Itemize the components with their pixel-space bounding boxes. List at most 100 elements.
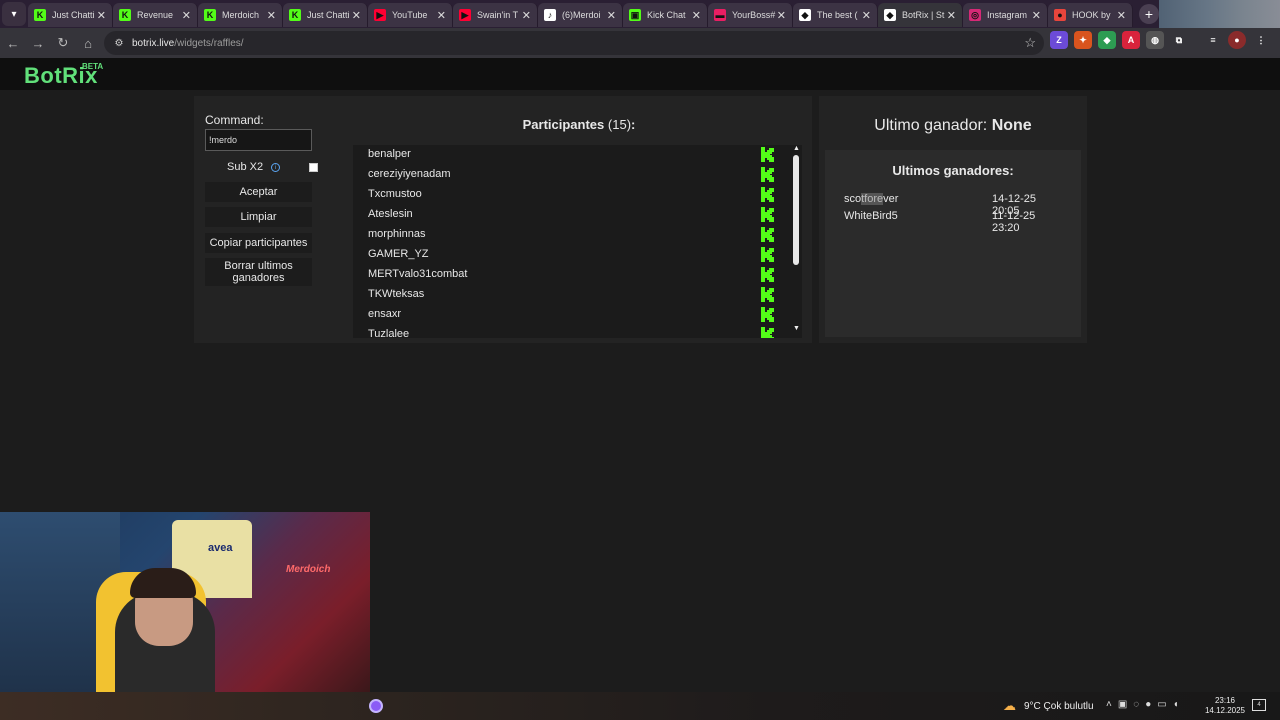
close-tab-icon[interactable]: ✕: [607, 9, 616, 22]
tab-favicon-icon: K: [34, 9, 46, 21]
close-tab-icon[interactable]: ✕: [182, 9, 191, 22]
bookmark-star-icon[interactable]: ☆: [1024, 35, 1036, 51]
browser-tab[interactable]: K Just Chatti ✕: [283, 3, 368, 27]
tab-title: YouTube: [392, 10, 428, 20]
close-tab-icon[interactable]: ✕: [1117, 9, 1126, 22]
puzzle-icon[interactable]: ⧉: [1170, 31, 1188, 49]
tab-title: Just Chatti: [52, 10, 95, 20]
scroll-thumb[interactable]: [793, 155, 799, 265]
winners-title: Ultimos ganadores:: [892, 163, 1014, 178]
tab-title: Just Chatti: [307, 10, 350, 20]
chevron-up-icon[interactable]: ˄: [1106, 699, 1112, 710]
profile-avatar[interactable]: ●: [1228, 31, 1246, 49]
close-tab-icon[interactable]: ✕: [692, 9, 701, 22]
participants-scrollbar[interactable]: ▲ ▼: [791, 145, 802, 338]
close-tab-icon[interactable]: ✕: [862, 9, 871, 22]
winner-name[interactable]: scotforever: [844, 193, 898, 205]
accept-button[interactable]: Aceptar: [205, 182, 312, 202]
close-tab-icon[interactable]: ✕: [777, 9, 786, 22]
clock[interactable]: 23:16 14.12.2025: [1200, 696, 1250, 716]
participant-row: Ateslesin: [353, 205, 793, 225]
tray-icon[interactable]: ▣: [1118, 699, 1127, 710]
participants-list[interactable]: benalper cereziyiyenadam Txcmustoo Ateslesi…: [353, 145, 802, 338]
participant-row: ensaxr: [353, 305, 793, 325]
network-icon[interactable]: ▭: [1157, 699, 1166, 710]
adblock-icon[interactable]: A: [1122, 31, 1140, 49]
participant-name: Ateslesin: [368, 208, 413, 220]
forward-icon[interactable]: →: [26, 31, 50, 55]
reload-icon[interactable]: ↻: [51, 31, 75, 55]
browser-tab[interactable]: ▣ Kick Chat ✕: [623, 3, 708, 27]
extension-icon[interactable]: ✦: [1074, 31, 1092, 49]
taskbar-app-icon[interactable]: [369, 699, 383, 713]
browser-tab[interactable]: ◆ BotRix | St ✕: [878, 3, 963, 27]
close-tab-icon[interactable]: ✕: [352, 9, 361, 22]
site-info-icon[interactable]: ⚙: [112, 36, 126, 50]
browser-tab[interactable]: ● HOOK by ✕: [1048, 3, 1133, 27]
sub-x2-checkbox[interactable]: [309, 163, 318, 172]
menu-icon[interactable]: ⋮: [1252, 31, 1270, 49]
clock-time: 23:16: [1214, 696, 1236, 705]
close-tab-icon[interactable]: ✕: [522, 9, 531, 22]
winner-name[interactable]: WhiteBird5: [844, 210, 898, 222]
raffle-panel: Command: Sub X2 i Aceptar Limpiar Copiar…: [194, 96, 812, 343]
tab-favicon-icon: ●: [1054, 9, 1066, 21]
command-input[interactable]: [205, 129, 312, 151]
clear-button[interactable]: Limpiar: [205, 207, 312, 227]
browser-tab[interactable]: K Revenue ✕: [113, 3, 198, 27]
url-text: botrix.live/widgets/raffles/: [132, 37, 244, 49]
participant-name: morphinnas: [368, 228, 426, 240]
tab-title: HOOK by: [1072, 10, 1111, 20]
home-icon[interactable]: ⌂: [76, 31, 100, 55]
delete-winners-button[interactable]: Borrar ultimos ganadores: [205, 258, 312, 286]
reading-list-icon[interactable]: ≡: [1204, 31, 1222, 49]
extension-icon[interactable]: Z: [1050, 31, 1068, 49]
back-icon[interactable]: ←: [1, 31, 25, 55]
tab-title: Instagram: [987, 10, 1028, 20]
participant-name: cereziyiyenadam: [368, 168, 451, 180]
participant-row: TKWteksas: [353, 285, 793, 305]
microphone-icon[interactable]: ●: [1145, 699, 1151, 710]
scroll-up-icon[interactable]: ▲: [793, 145, 800, 152]
browser-tab[interactable]: ◆ The best (✕: [793, 3, 878, 27]
close-tab-icon[interactable]: ✕: [437, 9, 446, 22]
extension-icon[interactable]: ◍: [1146, 31, 1164, 49]
browser-tab[interactable]: ▶ Swain'in T ✕: [453, 3, 538, 27]
winner-row: scotforever 14-12-25 20:05: [844, 193, 1064, 217]
notifications-icon[interactable]: 4: [1252, 699, 1266, 711]
close-tab-icon[interactable]: ✕: [947, 9, 956, 22]
browser-tab[interactable]: ▬ YourBoss# ✕: [708, 3, 793, 27]
participant-name: TKWteksas: [368, 288, 425, 300]
weather-icon[interactable]: ☁: [1003, 698, 1016, 714]
tab-title: BotRix | St: [902, 10, 945, 20]
participant-row: cereziyiyenadam: [353, 165, 793, 185]
tray-icon[interactable]: ◌: [1133, 699, 1139, 710]
browser-tab[interactable]: K Merdoich ✕: [198, 3, 283, 27]
participant-name: GAMER_YZ: [368, 248, 429, 260]
tab-search-icon[interactable]: ▾: [2, 2, 26, 26]
browser-tab[interactable]: K Just Chatti ✕: [28, 3, 113, 27]
new-tab-button[interactable]: +: [1139, 4, 1159, 24]
close-tab-icon[interactable]: ✕: [1032, 9, 1041, 22]
copy-participants-button[interactable]: Copiar participantes: [205, 233, 312, 253]
browser-tab[interactable]: ▶ YouTube ✕: [368, 3, 453, 27]
tab-favicon-icon: ▬: [714, 9, 726, 21]
address-bar[interactable]: ⚙ botrix.live/widgets/raffles/ ☆: [104, 31, 1044, 55]
tab-title: Revenue: [137, 10, 174, 20]
webcam-hair: [130, 568, 196, 598]
close-tab-icon[interactable]: ✕: [97, 9, 106, 22]
close-tab-icon[interactable]: ✕: [267, 9, 276, 22]
scroll-down-icon[interactable]: ▼: [793, 325, 800, 332]
info-icon[interactable]: i: [271, 163, 280, 172]
beta-badge: BETA: [82, 62, 104, 71]
volume-icon[interactable]: ◖: [1173, 699, 1179, 710]
neon-sign: Merdoich: [286, 564, 331, 575]
tab-favicon-icon: K: [289, 9, 301, 21]
shield-icon[interactable]: ◆: [1098, 31, 1116, 49]
browser-tab[interactable]: ◎ Instagram ✕: [963, 3, 1048, 27]
browser-tab[interactable]: ♪ (6)Merdoi ✕: [538, 3, 623, 27]
tab-favicon-icon: ♪: [544, 9, 556, 21]
tab-favicon-icon: ◆: [884, 9, 896, 21]
participant-row: GAMER_YZ: [353, 245, 793, 265]
weather-text[interactable]: 9°C Çok bulutlu: [1024, 701, 1094, 712]
